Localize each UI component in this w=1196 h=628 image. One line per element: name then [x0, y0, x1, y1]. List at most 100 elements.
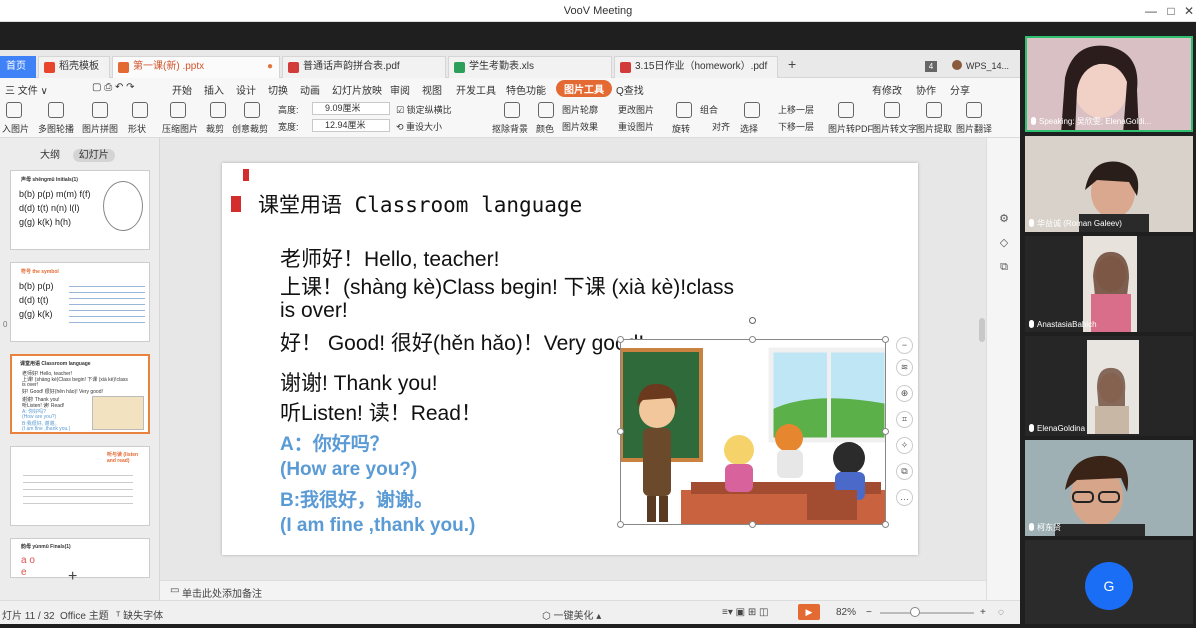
resize-handle[interactable] — [617, 428, 624, 435]
collaborate-button[interactable]: 协作 — [916, 82, 936, 97]
zoom-out-button[interactable]: − — [866, 607, 872, 618]
effects-icon[interactable]: ✧ — [896, 437, 913, 454]
align-button[interactable]: 对齐 — [712, 120, 730, 133]
pic-extract-button[interactable]: 图片提取 — [916, 122, 952, 135]
rotate-button[interactable]: 旋转 — [672, 122, 690, 135]
participant-video[interactable]: G — [1025, 540, 1193, 624]
menu-design[interactable]: 设计 — [236, 82, 256, 97]
beautify-button[interactable]: ⬡ 一键美化 ▴ — [542, 607, 601, 622]
reset-size-button[interactable]: ⟲ 重设大小 — [396, 120, 442, 133]
collage-button[interactable]: 图片拼图 — [82, 122, 118, 135]
pic-to-pdf-button[interactable]: 图片转PDF — [828, 122, 873, 135]
height-input[interactable]: 9.09厘米 — [312, 102, 390, 115]
slide-line[interactable]: 谢谢! Thank you! — [280, 367, 438, 397]
slide-thumbnail[interactable]: 听与读 (listen and read) — [10, 446, 150, 526]
remove-bg-button[interactable]: 抠除背景 — [492, 122, 528, 135]
replace-icon[interactable]: ⧉ — [896, 463, 913, 480]
tab-pdf-homework[interactable]: 3.15日作业（homework）.pdf — [614, 56, 778, 78]
slide-line[interactable]: 上课！(shàng kè)Class begin! 下课 (xià kè)!cl… — [280, 271, 734, 301]
pic-to-text-button[interactable]: 图片转文字 — [872, 122, 917, 135]
resize-handle[interactable] — [749, 336, 756, 343]
resize-handle[interactable] — [749, 521, 756, 528]
picture-outline-button[interactable]: 图片轮廓 — [562, 103, 598, 116]
menu-search[interactable]: Q查找 — [616, 82, 644, 97]
menu-picture-tools[interactable]: 图片工具 — [556, 80, 612, 97]
collapse-icon[interactable]: − — [896, 337, 913, 354]
notes-bar[interactable]: ▭ 单击此处添加备注 — [160, 580, 986, 600]
picture-effect-button[interactable]: 图片效果 — [562, 120, 598, 133]
width-input[interactable]: 12.94厘米 — [312, 119, 390, 132]
zoom-in-button[interactable]: + — [980, 607, 986, 618]
vertical-scrollbar[interactable] — [979, 318, 985, 342]
reset-picture-button[interactable]: 重设图片 — [618, 120, 654, 133]
missing-font-indicator[interactable]: ᵀ 缺失字体 — [116, 607, 163, 622]
pic-translate-button[interactable]: 图片翻译 — [956, 122, 992, 135]
share-button[interactable]: 分享 — [950, 82, 970, 97]
tab-outline[interactable]: 大纲 — [40, 150, 60, 161]
resize-handle[interactable] — [617, 336, 624, 343]
zoom-slider[interactable] — [880, 612, 974, 614]
shape-button[interactable]: 形状 — [128, 122, 146, 135]
crop-icon[interactable]: ⌗ — [896, 411, 913, 428]
creative-crop-button[interactable]: 创意裁剪 — [232, 122, 268, 135]
slide-thumbnail[interactable]: 声母 shēngmǔ Initials(1) b(b) p(p) m(m) f(… — [10, 170, 150, 250]
lock-ratio-checkbox[interactable]: ☑ 锁定纵横比 — [396, 103, 452, 116]
menu-transition[interactable]: 切换 — [268, 82, 288, 97]
menu-animation[interactable]: 动画 — [300, 82, 320, 97]
carousel-button[interactable]: 多图轮播 — [38, 122, 74, 135]
slide-title[interactable]: 课堂用语 Classroom language — [258, 189, 582, 219]
zoom-level[interactable]: 82% — [836, 607, 856, 618]
menu-developer[interactable]: 开发工具 — [456, 82, 496, 97]
resize-handle[interactable] — [617, 521, 624, 528]
more-icon[interactable]: … — [896, 489, 913, 506]
copy-icon[interactable]: ⧉ — [997, 260, 1011, 274]
slide-thumbnail[interactable]: 符号 the symbol b(b) p(p) d(d) t(t) g(g) k… — [10, 262, 150, 342]
menu-home[interactable]: 开始 — [172, 82, 192, 97]
participant-video[interactable]: AnastasiaBabich — [1025, 236, 1193, 332]
rotate-handle[interactable] — [749, 317, 756, 324]
slide-thumbnail[interactable]: 韵母 yùnmǔ Finals(1) a o e — [10, 538, 150, 578]
menu-features[interactable]: 特色功能 — [506, 82, 546, 97]
design-icon[interactable]: ◇ — [997, 236, 1011, 250]
select-button[interactable]: 选择 — [740, 122, 758, 135]
slide-line[interactable]: 好！ Good! 很好(hěn hǎo)！Very good! — [280, 327, 644, 357]
slide-line[interactable]: is over! — [280, 299, 348, 323]
tab-pptx[interactable]: 第一课(新) .pptx ● — [112, 56, 280, 78]
slide-dialogue-line[interactable]: A：你好吗？ — [280, 429, 389, 456]
menu-slideshow[interactable]: 幻灯片放映 — [332, 82, 382, 97]
insert-picture-button[interactable]: 入图片 — [2, 122, 29, 135]
resize-handle[interactable] — [882, 428, 889, 435]
theme-name[interactable]: Office 主题 — [60, 607, 109, 622]
account-name[interactable]: WPS_14... — [966, 61, 1009, 71]
color-button[interactable]: 颜色 — [536, 122, 554, 135]
settings-icon[interactable]: ⚙ — [997, 212, 1011, 226]
group-button[interactable]: 组合 — [700, 103, 718, 116]
current-slide[interactable]: 课堂用语 Classroom language 老师好！Hello, teach… — [222, 163, 918, 555]
resize-handle[interactable] — [882, 336, 889, 343]
participant-video[interactable]: ElenaGoldina — [1025, 336, 1193, 436]
window-count-badge[interactable]: 4 — [925, 61, 937, 72]
slide-dialogue-line[interactable]: B:我很好，谢谢。 — [280, 485, 433, 512]
avatar[interactable] — [952, 60, 962, 70]
tab-pdf-pinyin[interactable]: 普通话声韵拼合表.pdf — [282, 56, 446, 78]
change-picture-button[interactable]: 更改图片 — [618, 103, 654, 116]
participant-video[interactable]: 柯东贤 — [1025, 440, 1193, 536]
add-slide-button[interactable]: + — [68, 568, 77, 586]
play-slideshow-button[interactable]: ▶ — [798, 604, 820, 620]
resize-handle[interactable] — [882, 521, 889, 528]
zoom-slider-handle[interactable] — [910, 607, 920, 617]
menu-file[interactable]: 三 文件 ∨ — [5, 82, 48, 97]
minimize-button[interactable]: — — [1140, 2, 1162, 20]
quick-access-icons[interactable]: ▢ ⎙ ↶ ↷ — [92, 82, 135, 93]
slide-line[interactable]: 老师好！Hello, teacher! — [280, 243, 499, 273]
view-buttons[interactable]: ≡▾ ▣ ⊞ ◫ — [722, 607, 768, 618]
slide-thumbnail-selected[interactable]: 课堂用语 Classroom language 老师好! Hello, teac… — [10, 354, 150, 434]
tab-home[interactable]: 首页 — [0, 56, 36, 78]
close-button[interactable]: ✕ — [1178, 2, 1196, 20]
tab-xls[interactable]: 学生考勤表.xls — [448, 56, 612, 78]
send-backward-button[interactable]: 下移一层 — [778, 120, 814, 133]
crop-button[interactable]: 裁剪 — [206, 122, 224, 135]
add-tab-button[interactable]: + — [788, 56, 796, 72]
participant-video[interactable]: 华益诚 (Roman Galeev) — [1025, 136, 1193, 232]
fit-window-icon[interactable]: ◌ — [998, 607, 1004, 618]
